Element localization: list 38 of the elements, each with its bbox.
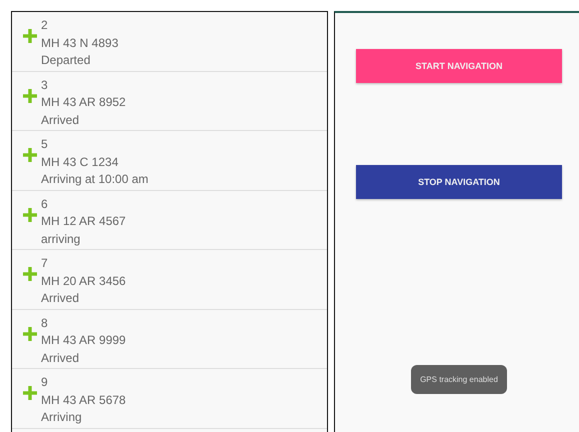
vehicle-number: 9	[41, 374, 49, 391]
vehicle-plate: MH 43 AR 9999	[41, 332, 126, 349]
plus-icon[interactable]	[23, 88, 37, 102]
vehicle-plate: MH 43 AR 5678	[41, 392, 126, 408]
vehicle-plate: MH 43 C 1234	[41, 154, 120, 170]
plus-icon[interactable]	[23, 148, 37, 162]
vehicle-list-item[interactable]: 8 MH 43 AR 9999 Arrived	[12, 310, 327, 369]
plus-icon[interactable]	[23, 29, 37, 43]
vehicle-plate: MH 43 AR 8952	[41, 94, 126, 111]
vehicle-plate: MH 12 AR 4567	[41, 213, 126, 230]
vehicle-list-item[interactable]: 3 MH 43 AR 8952 Arrived	[12, 72, 327, 131]
vehicle-status: arriving	[41, 230, 82, 248]
vehicle-number: 7	[41, 255, 49, 272]
vehicle-status: Arrived	[41, 112, 80, 128]
plus-icon[interactable]	[23, 386, 37, 400]
vehicle-number: 8	[41, 314, 49, 332]
plus-icon[interactable]	[23, 208, 37, 222]
toast-message: GPS tracking enabled	[411, 365, 507, 394]
vehicle-plate: MH 20 AR 3456	[41, 272, 126, 290]
plus-icon[interactable]	[23, 267, 37, 281]
vehicle-number: 6	[41, 196, 49, 212]
vehicle-number: 5	[41, 136, 49, 153]
vehicle-number: 2	[41, 17, 49, 34]
vehicle-status: Arrived	[41, 290, 80, 307]
navigation-button[interactable]: STOP NAVIGATION	[356, 165, 562, 199]
vehicle-list-item[interactable]: 7 MH 20 AR 3456 Arrived	[12, 250, 327, 310]
vehicle-list-item[interactable]: 2 MH 43 N 4893 Departed	[12, 12, 327, 72]
vehicle-list-item[interactable]: 9 MH 43 AR 5678 Arriving	[12, 369, 327, 428]
navigation-button[interactable]: START NAVIGATION	[356, 49, 562, 83]
vehicle-list-item[interactable]: 5 MH 43 C 1234 Arriving at 10:00 am	[12, 131, 327, 190]
vehicle-plate: MH 43 N 4893	[41, 34, 118, 52]
vehicle-status: Arriving at 10:00 am	[41, 171, 148, 188]
plus-icon[interactable]	[23, 326, 37, 340]
vehicle-status: Arrived	[41, 350, 80, 366]
vehicle-number: 3	[41, 76, 49, 94]
vehicle-status: Arriving	[41, 409, 83, 426]
vehicle-list-item[interactable]: 6 MH 12 AR 4567 arriving	[12, 190, 327, 250]
vehicle-status: Departed	[41, 52, 92, 69]
